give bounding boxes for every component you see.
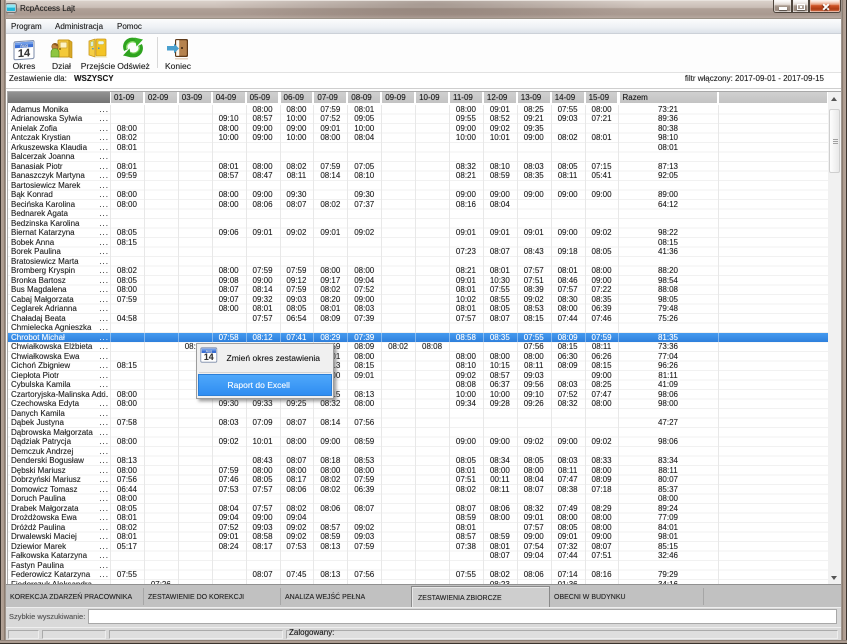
- svg-text:14: 14: [203, 352, 213, 362]
- svg-text:14: 14: [18, 47, 31, 60]
